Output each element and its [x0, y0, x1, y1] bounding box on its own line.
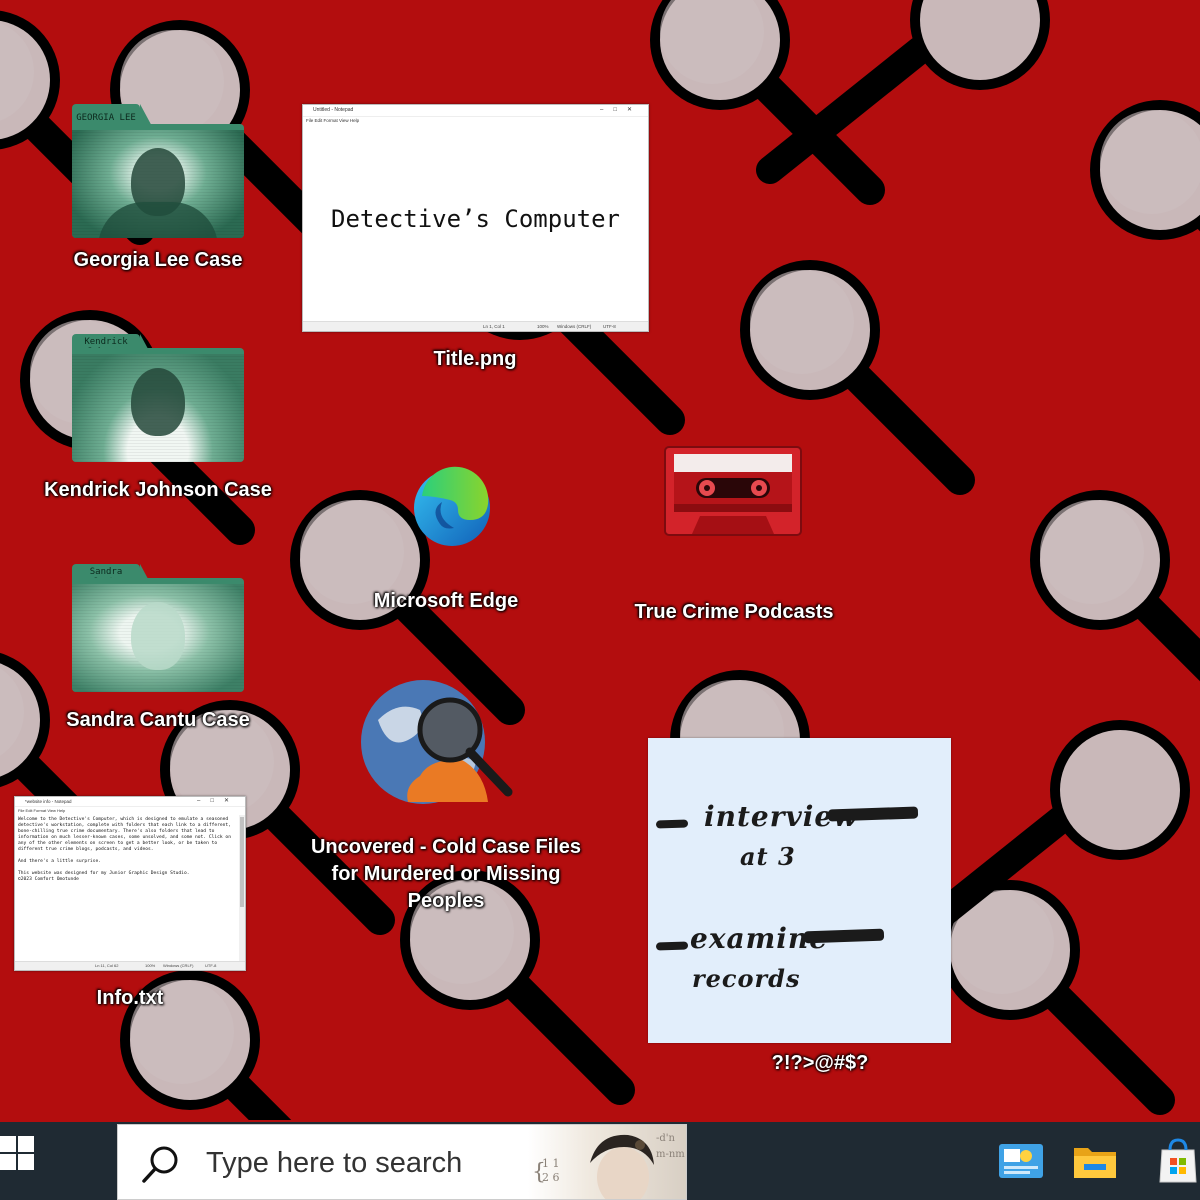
folder-tab-label: GEORGIA LEE: [76, 113, 136, 123]
strikethrough-scribble: [803, 928, 885, 944]
title-heading: Detective’s Computer: [331, 205, 620, 233]
notepad-window-title: *website info - Notepad: [25, 799, 72, 804]
news-widget-icon[interactable]: [996, 1136, 1046, 1186]
status-zoom: 100%: [537, 324, 549, 329]
file-explorer-icon[interactable]: [1070, 1136, 1120, 1186]
notepad-body-text: Welcome to the Detective's Computer, whi…: [18, 817, 231, 882]
bullet-dash: [655, 819, 689, 829]
status-encoding: UTF-8: [205, 963, 217, 968]
window-controls-icon: ‒□✕: [197, 798, 239, 804]
folder-icon: GEORGIA LEE: [72, 104, 244, 238]
true-crime-podcasts-shortcut[interactable]: [664, 446, 802, 536]
folder-photo: [72, 124, 244, 238]
sandra-cantu-case-label[interactable]: Sandra Cantu Case: [58, 707, 258, 734]
title-png-thumbnail[interactable]: Untitled - Notepad ‒□✕ File Edit Format …: [302, 104, 649, 332]
notepad-scrollbar[interactable]: [239, 815, 245, 961]
svg-text:2 6: 2 6: [542, 1171, 560, 1184]
uncovered-cold-case-shortcut[interactable]: [358, 680, 518, 810]
search-icon: [142, 1146, 178, 1183]
notepad-titlebar: Untitled - Notepad ‒□✕: [303, 105, 648, 117]
svg-text:m-nm: m-nm: [656, 1149, 685, 1160]
kendrick-johnson-case-label[interactable]: Kendrick Johnson Case: [38, 477, 278, 504]
uncovered-label-line3: Peoples: [407, 890, 485, 912]
georgia-lee-case-label[interactable]: Georgia Lee Case: [58, 247, 258, 274]
microsoft-edge-label[interactable]: Microsoft Edge: [346, 588, 546, 615]
folder-icon: Kendrick Johnson: [72, 334, 244, 468]
search-highlight-image: { 1 1 2 6 -d'n m-nm: [528, 1125, 686, 1199]
cassette-icon: [664, 446, 802, 536]
note-line-2: at 3: [740, 842, 796, 871]
taskbar-search-box[interactable]: Type here to search { 1 1 2 6 -d'n m-nm: [117, 1124, 687, 1200]
notepad-menu: File Edit Format View Help: [18, 808, 66, 813]
note-line-4: records: [692, 964, 801, 993]
folder-icon: Sandra Cantu: [72, 564, 244, 698]
search-placeholder: Type here to search: [206, 1147, 463, 1179]
status-encoding: UTF-8: [603, 324, 616, 329]
microsoft-edge-icon: [414, 466, 490, 546]
folder-photo: [72, 578, 244, 692]
strikethrough-scribble: [827, 806, 919, 822]
notepad-titlebar: *website info - Notepad ‒□✕: [15, 797, 245, 807]
sticky-note-label[interactable]: ?!?>@#$?: [720, 1050, 920, 1077]
uncovered-label[interactable]: Uncovered - Cold Case Files for Murdered…: [296, 834, 596, 915]
svg-text:1 1: 1 1: [542, 1157, 560, 1170]
status-eol: Windows (CRLF): [163, 963, 194, 968]
notepad-statusbar: Ln 1, Col 1 100% Windows (CRLF) UTF-8: [303, 321, 648, 331]
microsoft-edge-shortcut[interactable]: [410, 466, 494, 550]
window-controls-icon: ‒□✕: [600, 107, 642, 113]
info-txt-label[interactable]: Info.txt: [30, 985, 230, 1012]
windows-start-button[interactable]: [0, 1122, 60, 1200]
notepad-window-title: Untitled - Notepad: [313, 107, 354, 113]
bullet-dash: [655, 941, 689, 951]
uncovered-label-line2: for Murdered or Missing: [331, 863, 561, 885]
sandra-cantu-case-folder[interactable]: Sandra Cantu: [72, 564, 244, 698]
globe-fingerprint-icon: [361, 680, 513, 804]
notepad-menu: File Edit Format View Help: [306, 118, 360, 123]
kendrick-johnson-case-folder[interactable]: Kendrick Johnson: [72, 334, 244, 468]
taskbar: Type here to search { 1 1 2 6 -d'n m-nm: [0, 1122, 1200, 1200]
uncovered-label-line1: Uncovered - Cold Case Files: [310, 836, 582, 858]
status-position: Ln 1, Col 1: [483, 324, 505, 329]
svg-text:-d'n: -d'n: [656, 1133, 676, 1144]
status-eol: Windows (CRLF): [557, 324, 592, 329]
notepad-statusbar: Ln 11, Col 62 100% Windows (CRLF) UTF-8: [15, 961, 245, 970]
true-crime-podcasts-label[interactable]: True Crime Podcasts: [614, 599, 854, 626]
info-txt-thumbnail[interactable]: *website info - Notepad ‒□✕ File Edit Fo…: [14, 796, 246, 971]
sticky-note[interactable]: interview at 3 examine records: [648, 738, 951, 1043]
title-png-label[interactable]: Title.png: [375, 346, 575, 373]
status-position: Ln 11, Col 62: [95, 963, 119, 968]
status-zoom: 100%: [145, 963, 156, 968]
folder-photo: [72, 348, 244, 462]
store-icon[interactable]: [1156, 1136, 1200, 1186]
